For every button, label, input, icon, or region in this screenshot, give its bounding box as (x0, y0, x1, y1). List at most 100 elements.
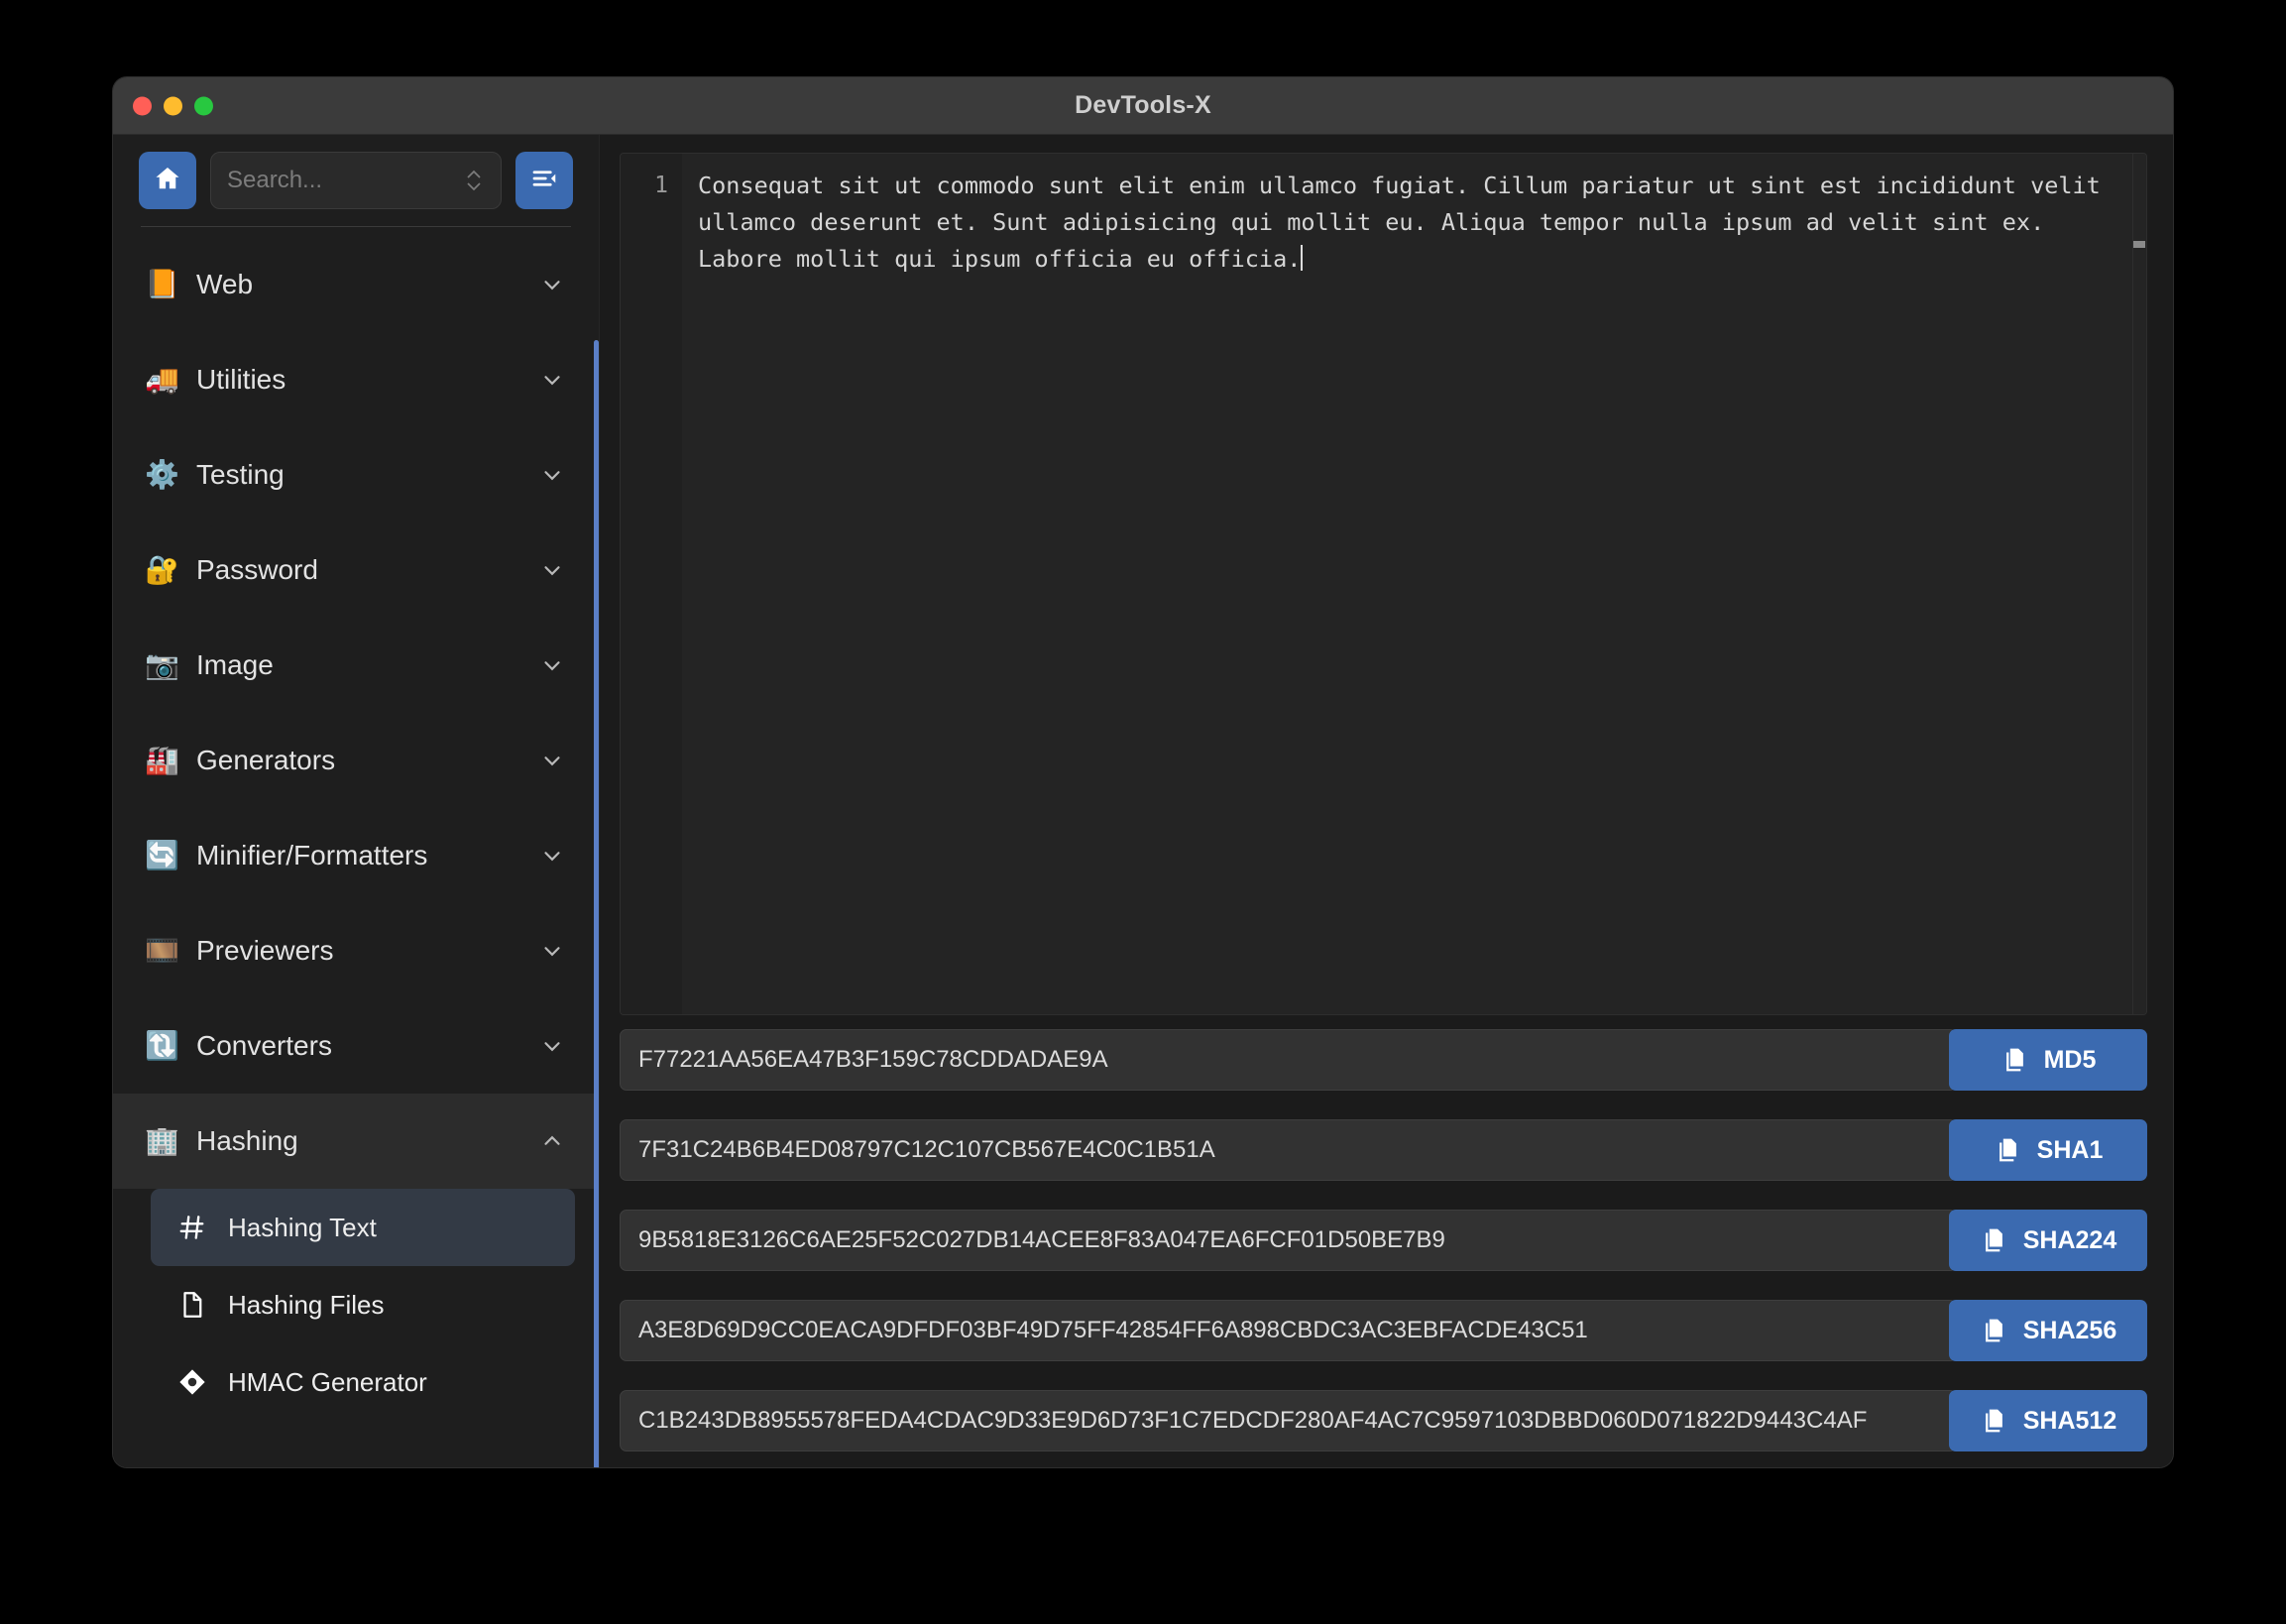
search-input[interactable]: Search... (210, 152, 502, 209)
sidebar-group-label: Password (196, 554, 318, 585)
hash-row-md5: F77221AA56EA47B3F159C78CDDADAE9A MD5 (620, 1029, 2147, 1091)
close-button[interactable] (133, 96, 152, 115)
editor-scrollbar-thumb[interactable] (2133, 241, 2145, 248)
copy-sha256-button[interactable]: SHA256 (1949, 1300, 2147, 1361)
minimize-button[interactable] (164, 96, 182, 115)
text-caret (1301, 245, 1304, 271)
chevron-down-icon (539, 938, 565, 964)
chevron-down-icon (539, 843, 565, 869)
home-icon (153, 164, 182, 198)
editor-text: Consequat sit ut commodo sunt elit enim … (698, 172, 2115, 273)
hash-value-field[interactable]: C1B243DB8955578FEDA4CDAC9D33E9D6D73F1C7E… (620, 1390, 1957, 1451)
copy-sha224-button[interactable]: SHA224 (1949, 1210, 2147, 1271)
search-placeholder: Search... (227, 167, 323, 193)
chevron-up-icon (539, 1128, 565, 1154)
convert-arrows-icon: 🔃 (145, 1030, 179, 1061)
sidebar-group-label: Testing (196, 459, 285, 490)
sidebar-group-label: Utilities (196, 364, 286, 395)
sidebar-scrollbar[interactable] (594, 340, 599, 1467)
title-bar: DevTools-X (113, 77, 2173, 135)
hash-value-field[interactable]: 9B5818E3126C6AE25F52C027DB14ACEE8F83A047… (620, 1210, 1957, 1271)
sidebar-group-converters[interactable]: 🔃 Converters (113, 998, 599, 1094)
sidebar-item-hmac-generator[interactable]: HMAC Generator (151, 1343, 575, 1421)
lock-icon: 🔐 (145, 554, 179, 585)
sidebar-group-label: Generators (196, 745, 336, 775)
menu-fold-icon (529, 164, 559, 198)
hash-algorithm-label: SHA1 (2036, 1135, 2104, 1164)
sidebar-group-label: Image (196, 649, 274, 680)
sidebar-item-label: Hashing Files (228, 1289, 385, 1320)
home-button[interactable] (139, 152, 196, 209)
sidebar-group-minifier-formatters[interactable]: 🔄 Minifier/Formatters (113, 808, 599, 903)
text-editor[interactable]: 1 Consequat sit ut commodo sunt elit eni… (620, 153, 2147, 1015)
chevron-down-icon (539, 462, 565, 488)
sidebar-item-hashing-text[interactable]: Hashing Text (151, 1189, 575, 1266)
copy-sha1-button[interactable]: SHA1 (1949, 1119, 2147, 1181)
window-controls (133, 96, 213, 115)
editor-scrollbar[interactable] (2132, 154, 2146, 1014)
orange-book-icon: 📙 (145, 269, 179, 299)
hash-value: C1B243DB8955578FEDA4CDAC9D33E9D6D73F1C7E… (638, 1407, 1868, 1434)
sidebar-group-hashing[interactable]: 🏢 Hashing (113, 1094, 599, 1189)
sidebar-item-label: Hashing Text (228, 1212, 377, 1242)
factory-icon: 🏭 (145, 745, 179, 775)
copy-icon (2000, 1046, 2028, 1074)
sidebar: Search... 📙 Web 🚚 Utilities ⚙️ Testing 🔐… (113, 135, 600, 1467)
copy-sha512-button[interactable]: SHA512 (1949, 1390, 2147, 1451)
line-number: 1 (654, 173, 668, 198)
building-icon: 🏢 (145, 1125, 179, 1156)
hash-value-field[interactable]: 7F31C24B6B4ED08797C12C107CB567E4C0C1B51A (620, 1119, 1957, 1181)
sidebar-group-label: Web (196, 269, 254, 299)
sidebar-toolbar: Search... (113, 135, 599, 226)
sidebar-item-label: HMAC Generator (228, 1366, 427, 1397)
hash-row-sha256: A3E8D69D9CC0EACA9DFDF03BF49D75FF42854FF6… (620, 1300, 2147, 1361)
sidebar-group-generators[interactable]: 🏭 Generators (113, 713, 599, 808)
sidebar-group-password[interactable]: 🔐 Password (113, 522, 599, 618)
chevron-down-icon (539, 748, 565, 773)
sidebar-group-utilities[interactable]: 🚚 Utilities (113, 332, 599, 427)
hash-algorithm-label: MD5 (2043, 1045, 2097, 1074)
chevron-down-icon (539, 557, 565, 583)
file-icon (169, 1290, 216, 1320)
collapse-sidebar-button[interactable] (515, 152, 573, 209)
sidebar-group-previewers[interactable]: 🎞️ Previewers (113, 903, 599, 998)
chevron-down-icon (539, 367, 565, 393)
hash-value: F77221AA56EA47B3F159C78CDDADAE9A (638, 1046, 1108, 1073)
refresh-icon: 🔄 (145, 840, 179, 870)
main-panel: 1 Consequat sit ut commodo sunt elit eni… (600, 135, 2173, 1467)
sidebar-group-testing[interactable]: ⚙️ Testing (113, 427, 599, 522)
window-title: DevTools-X (1075, 91, 1211, 119)
editor-gutter: 1 (621, 154, 682, 1014)
sidebar-item-hashing-files[interactable]: Hashing Files (151, 1266, 575, 1343)
diamond-icon (169, 1366, 216, 1398)
sidebar-group-label: Converters (196, 1030, 332, 1061)
gear-icon: ⚙️ (145, 459, 179, 490)
hash-row-sha224: 9B5818E3126C6AE25F52C027DB14ACEE8F83A047… (620, 1210, 2147, 1271)
hash-row-sha1: 7F31C24B6B4ED08797C12C107CB567E4C0C1B51A… (620, 1119, 2147, 1181)
copy-icon (1980, 1317, 2007, 1344)
copy-icon (1980, 1226, 2007, 1254)
stepper-chevrons-icon[interactable] (463, 164, 485, 197)
hash-algorithm-label: SHA224 (2022, 1225, 2117, 1254)
chevron-down-icon (539, 272, 565, 297)
sidebar-group-label: Minifier/Formatters (196, 840, 428, 870)
sidebar-group-image[interactable]: 📷 Image (113, 618, 599, 713)
chevron-down-icon (539, 652, 565, 678)
sidebar-group-label: Hashing (196, 1125, 298, 1156)
zoom-button[interactable] (194, 96, 213, 115)
copy-icon (1980, 1407, 2007, 1435)
copy-icon (1994, 1136, 2021, 1164)
hash-results-list: F77221AA56EA47B3F159C78CDDADAE9A MD5 7F3… (620, 1029, 2147, 1453)
hash-value-field[interactable]: F77221AA56EA47B3F159C78CDDADAE9A (620, 1029, 1957, 1091)
hash-algorithm-label: SHA512 (2022, 1406, 2117, 1435)
app-body: Search... 📙 Web 🚚 Utilities ⚙️ Testing 🔐… (113, 135, 2173, 1467)
editor-content[interactable]: Consequat sit ut commodo sunt elit enim … (682, 154, 2146, 1014)
copy-md5-button[interactable]: MD5 (1949, 1029, 2147, 1091)
hash-value-field[interactable]: A3E8D69D9CC0EACA9DFDF03BF49D75FF42854FF6… (620, 1300, 1957, 1361)
camera-icon: 📷 (145, 649, 179, 680)
sidebar-group-web[interactable]: 📙 Web (113, 237, 599, 332)
chevron-down-icon (539, 1033, 565, 1059)
hash-value: A3E8D69D9CC0EACA9DFDF03BF49D75FF42854FF6… (638, 1317, 1588, 1343)
sidebar-nav: 📙 Web 🚚 Utilities ⚙️ Testing 🔐 Password … (113, 227, 599, 1467)
film-icon: 🎞️ (145, 935, 179, 966)
